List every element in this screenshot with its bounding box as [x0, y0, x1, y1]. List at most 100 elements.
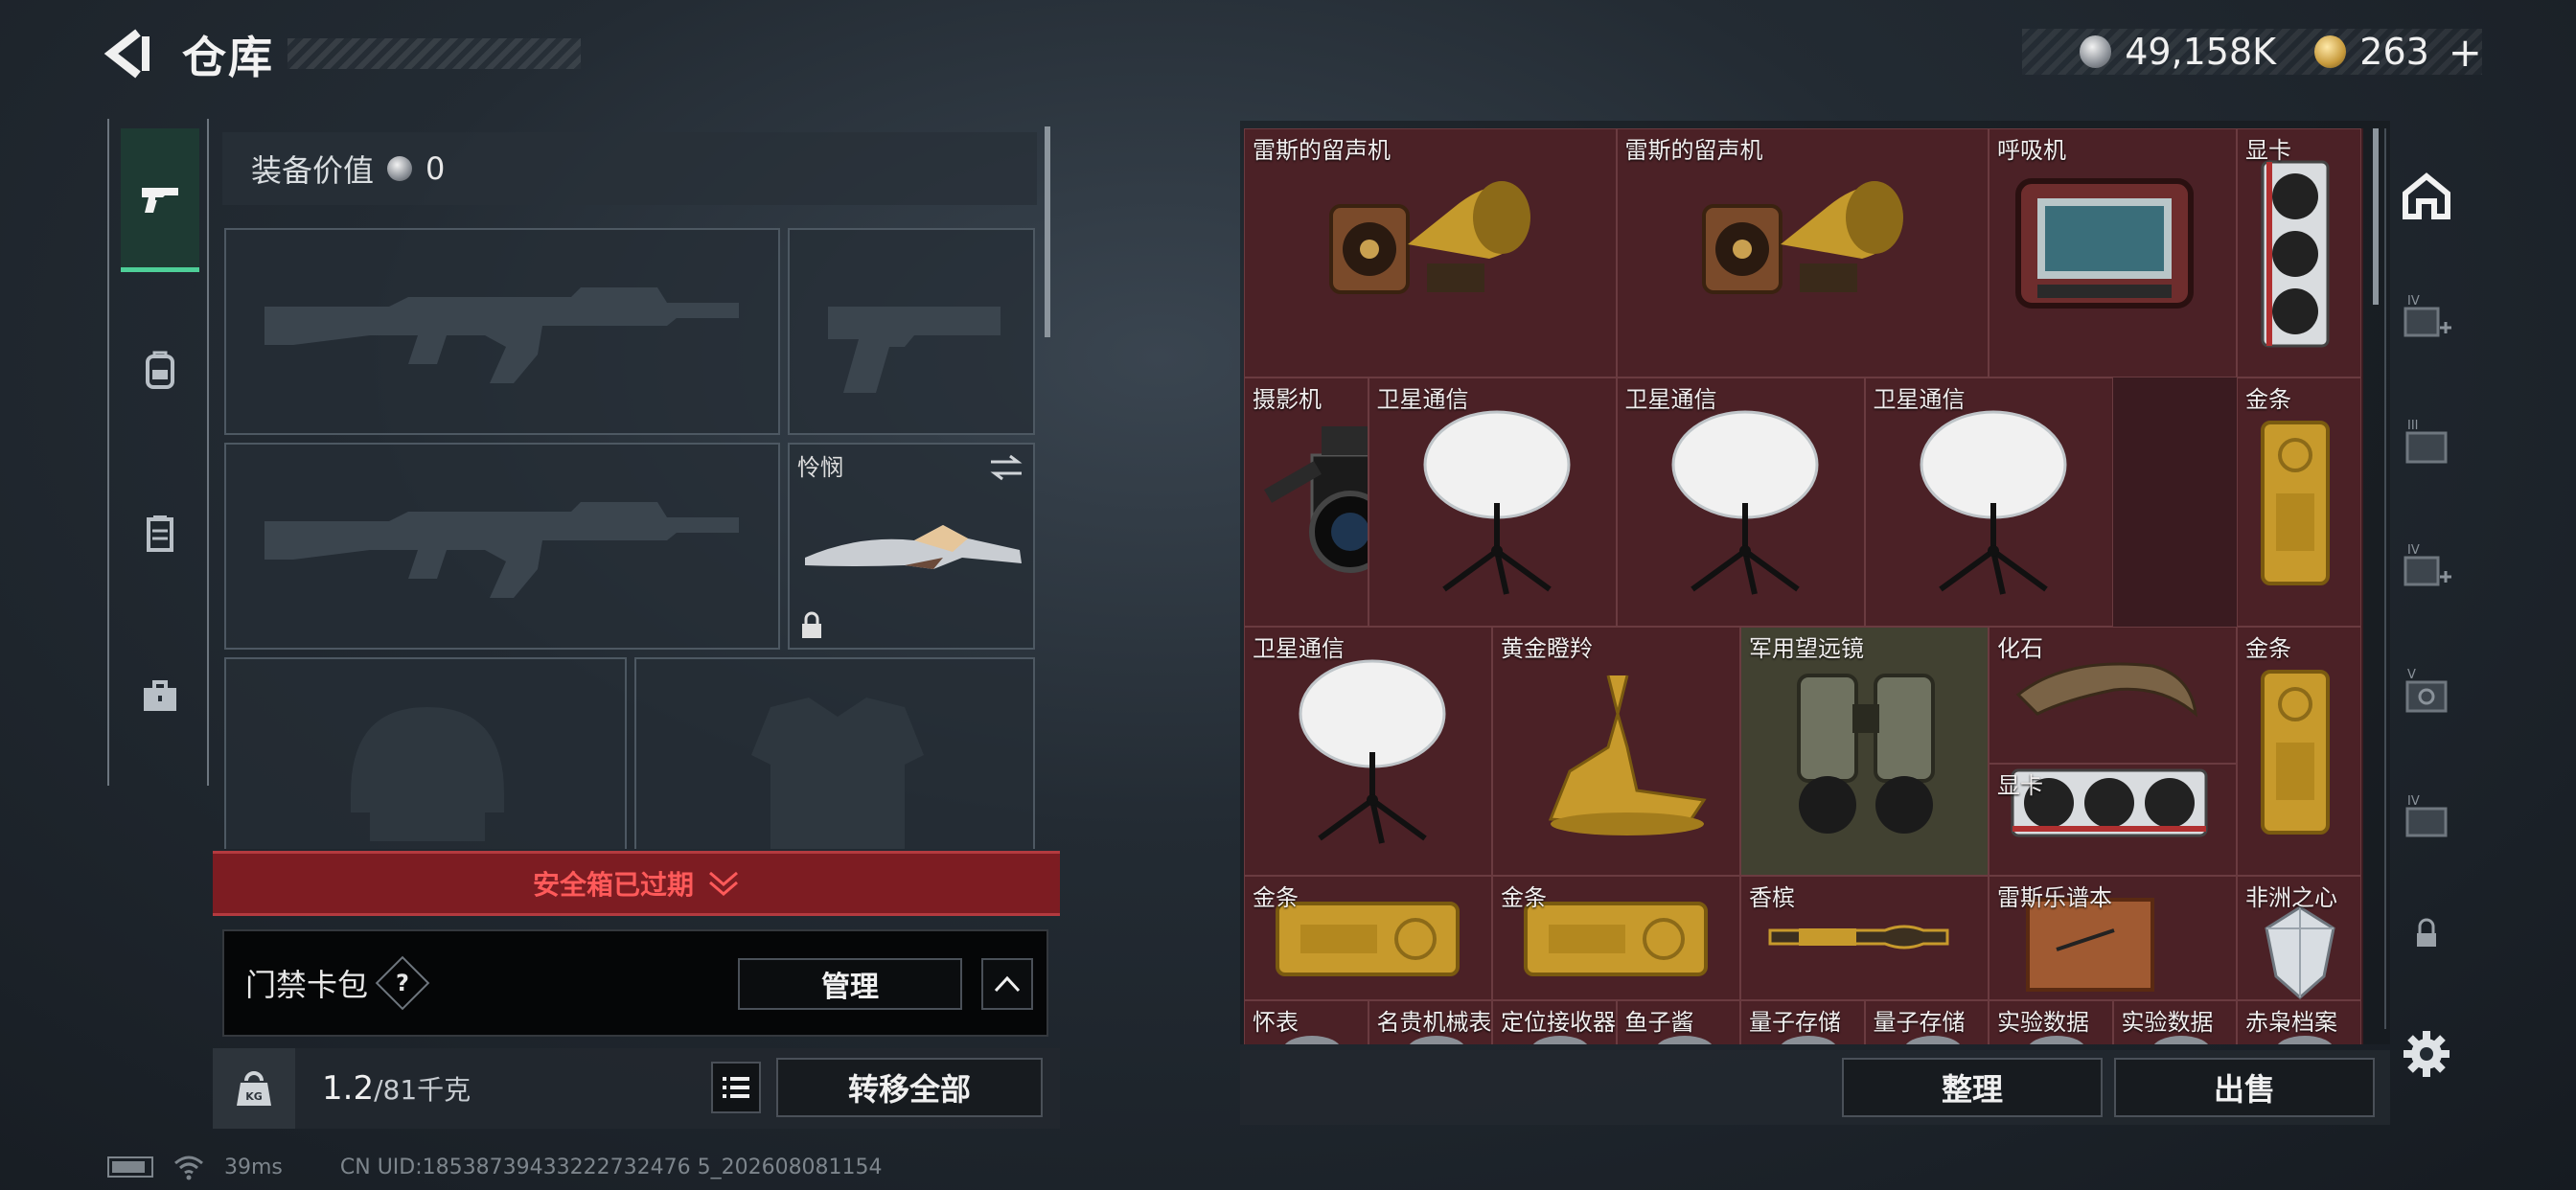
item-name: 卫星通信 [1624, 386, 1717, 413]
gpu-vertical-icon [2261, 160, 2330, 348]
expand-warehouse-button-4b[interactable]: IV [2398, 540, 2455, 598]
svg-text:IV: IV [2407, 294, 2420, 309]
expand-warehouse-button-5[interactable]: V [2398, 665, 2455, 722]
pistol-icon [142, 187, 178, 213]
gazelle-icon [1548, 675, 1707, 835]
satellite-icon [1671, 410, 1818, 595]
item-name: 量子存储 [1873, 1009, 1966, 1036]
gold-balance: 263 [2359, 31, 2429, 73]
expand-warehouse-button-4[interactable]: IV [2398, 291, 2455, 349]
swap-icon[interactable] [987, 452, 1025, 483]
warehouse-item[interactable]: 雷斯的留声机 [1244, 128, 1617, 378]
tab-weapons[interactable] [121, 128, 199, 272]
warehouse-scrollbar[interactable] [2373, 128, 2379, 305]
warehouse-item[interactable]: 雷斯乐谱本 [1989, 876, 2237, 1000]
list-view-button[interactable] [711, 1062, 761, 1113]
weight-bar: KG 1.2/81千克 转移全部 [213, 1048, 1060, 1129]
item-name: 摄影机 [1253, 386, 1322, 413]
tab-backpack[interactable] [121, 299, 199, 443]
warehouse-item[interactable]: 卫星通信 [1368, 378, 1617, 627]
warehouse-item[interactable]: 量子存储 [1740, 1000, 1865, 1044]
transfer-all-button[interactable]: 转移全部 [776, 1058, 1043, 1117]
primary-weapon-slot-1[interactable] [224, 228, 780, 435]
warehouse-item[interactable]: 显卡 [1989, 764, 2237, 876]
primary-weapon-slot-2[interactable] [224, 443, 780, 650]
warehouse-item[interactable]: 军用望远镜 [1740, 627, 1989, 876]
top-bar: 仓库 49,158K 263 + [0, 0, 2576, 105]
briefcase-icon [144, 680, 176, 711]
equipment-value-label: 装备价值 [251, 152, 375, 189]
warehouse-item[interactable]: 定位接收器 [1492, 1000, 1617, 1044]
warehouse-item[interactable]: 卫星通信 [1244, 627, 1492, 876]
pistol-slot[interactable] [788, 228, 1035, 435]
warehouse-item[interactable]: 香槟 [1740, 876, 1989, 1000]
tab-armor[interactable] [121, 462, 199, 606]
double-chevron-down-icon [709, 871, 738, 896]
item-name: 量子存储 [1749, 1009, 1841, 1036]
manage-button[interactable]: 管理 [738, 958, 962, 1010]
wifi-icon [174, 1156, 203, 1180]
warehouse-item[interactable]: 化石 [1989, 627, 2237, 764]
item-name: 金条 [1253, 884, 1299, 911]
back-button[interactable] [104, 29, 153, 79]
silver-coin-icon [387, 156, 413, 181]
item-name: 金条 [2245, 635, 2291, 662]
item-name: 卫星通信 [1253, 635, 1345, 662]
warehouse-grid: 雷斯的留声机 雷斯的留声机 呼吸机 显卡 摄影机 卫星通信 卫星通信 卫星通信 … [1244, 128, 2363, 1044]
locked-slot-button[interactable] [2398, 904, 2455, 962]
melee-slot[interactable]: 怜悯 [788, 443, 1035, 650]
backpack-icon [146, 351, 174, 389]
warehouse-item[interactable]: 鱼子酱 [1616, 1000, 1740, 1044]
satellite-icon [1299, 659, 1446, 844]
warehouse-item[interactable]: 金条 [2237, 627, 2361, 876]
rifle-silhouette-icon [264, 287, 739, 383]
warehouse-item[interactable]: 非洲之心 [2237, 876, 2361, 1000]
warehouse-item[interactable]: 卫星通信 [1864, 378, 2113, 627]
settings-button[interactable] [2398, 1025, 2455, 1083]
warehouse-icon [2403, 172, 2450, 219]
item-name: 赤枭档案 [2245, 1009, 2337, 1036]
equipment-scrollbar[interactable] [1045, 126, 1050, 337]
vest-icon [147, 515, 173, 552]
warehouse-item[interactable]: 卫星通信 [1616, 378, 1865, 627]
item-name: 金条 [2245, 386, 2291, 413]
helmet-slot[interactable] [224, 657, 627, 849]
help-button[interactable]: ? [375, 955, 430, 1011]
expand-warehouse-button-3[interactable]: III [2398, 416, 2455, 473]
warehouse-item[interactable]: 量子存储 [1864, 1000, 1989, 1044]
item-name: 化石 [1997, 635, 2043, 662]
warehouse-item[interactable]: 金条 [1492, 876, 1740, 1000]
warehouse-item[interactable]: 呼吸机 [1989, 128, 2237, 378]
warehouse-item[interactable]: 摄影机 [1244, 378, 1368, 627]
gold-bar-vertical-icon [2261, 421, 2330, 585]
warehouse-item[interactable]: 怀表 [1244, 1000, 1368, 1044]
warehouse-item[interactable]: 显卡 [2237, 128, 2361, 378]
warehouse-item[interactable]: 赤枭档案 [2237, 1000, 2361, 1044]
armor-slot[interactable] [634, 657, 1035, 849]
diamond-icon [2265, 905, 2335, 999]
item-name: 金条 [1501, 884, 1547, 911]
collapse-button[interactable] [981, 958, 1033, 1010]
warehouse-item[interactable]: 名贵机械表 [1368, 1000, 1492, 1044]
warehouse-item[interactable]: 实验数据 [1989, 1000, 2113, 1044]
warehouse-item[interactable]: 黄金瞪羚 [1492, 627, 1740, 876]
warehouse-item[interactable]: 金条 [2237, 378, 2361, 627]
melee-name: 怜悯 [797, 454, 843, 481]
tab-container[interactable] [121, 625, 199, 768]
warehouse-item[interactable]: 雷斯的留声机 [1616, 128, 1989, 378]
sort-button[interactable]: 整理 [1842, 1058, 2103, 1117]
svg-text:IV: IV [2407, 543, 2420, 558]
expand-warehouse-button-4c[interactable]: IV [2398, 790, 2455, 847]
warehouse-item[interactable]: 实验数据 [2112, 1000, 2237, 1044]
uid-text: CN UID:18538739433222732476 5_2026080811… [339, 1155, 883, 1179]
satellite-icon [1423, 410, 1570, 595]
help-icon: ? [396, 969, 409, 996]
add-currency-button[interactable]: + [2449, 29, 2482, 76]
gold-coin-icon [2314, 35, 2347, 68]
warehouse-item[interactable]: 金条 [1244, 876, 1492, 1000]
warehouse-main-button[interactable] [2398, 167, 2455, 224]
sell-button[interactable]: 出售 [2114, 1058, 2375, 1117]
safe-box-expired-banner[interactable]: 安全箱已过期 [213, 851, 1060, 916]
status-bar: 39ms CN UID:18538739433222732476 5_20260… [107, 1150, 883, 1184]
svg-text:III: III [2407, 419, 2419, 433]
